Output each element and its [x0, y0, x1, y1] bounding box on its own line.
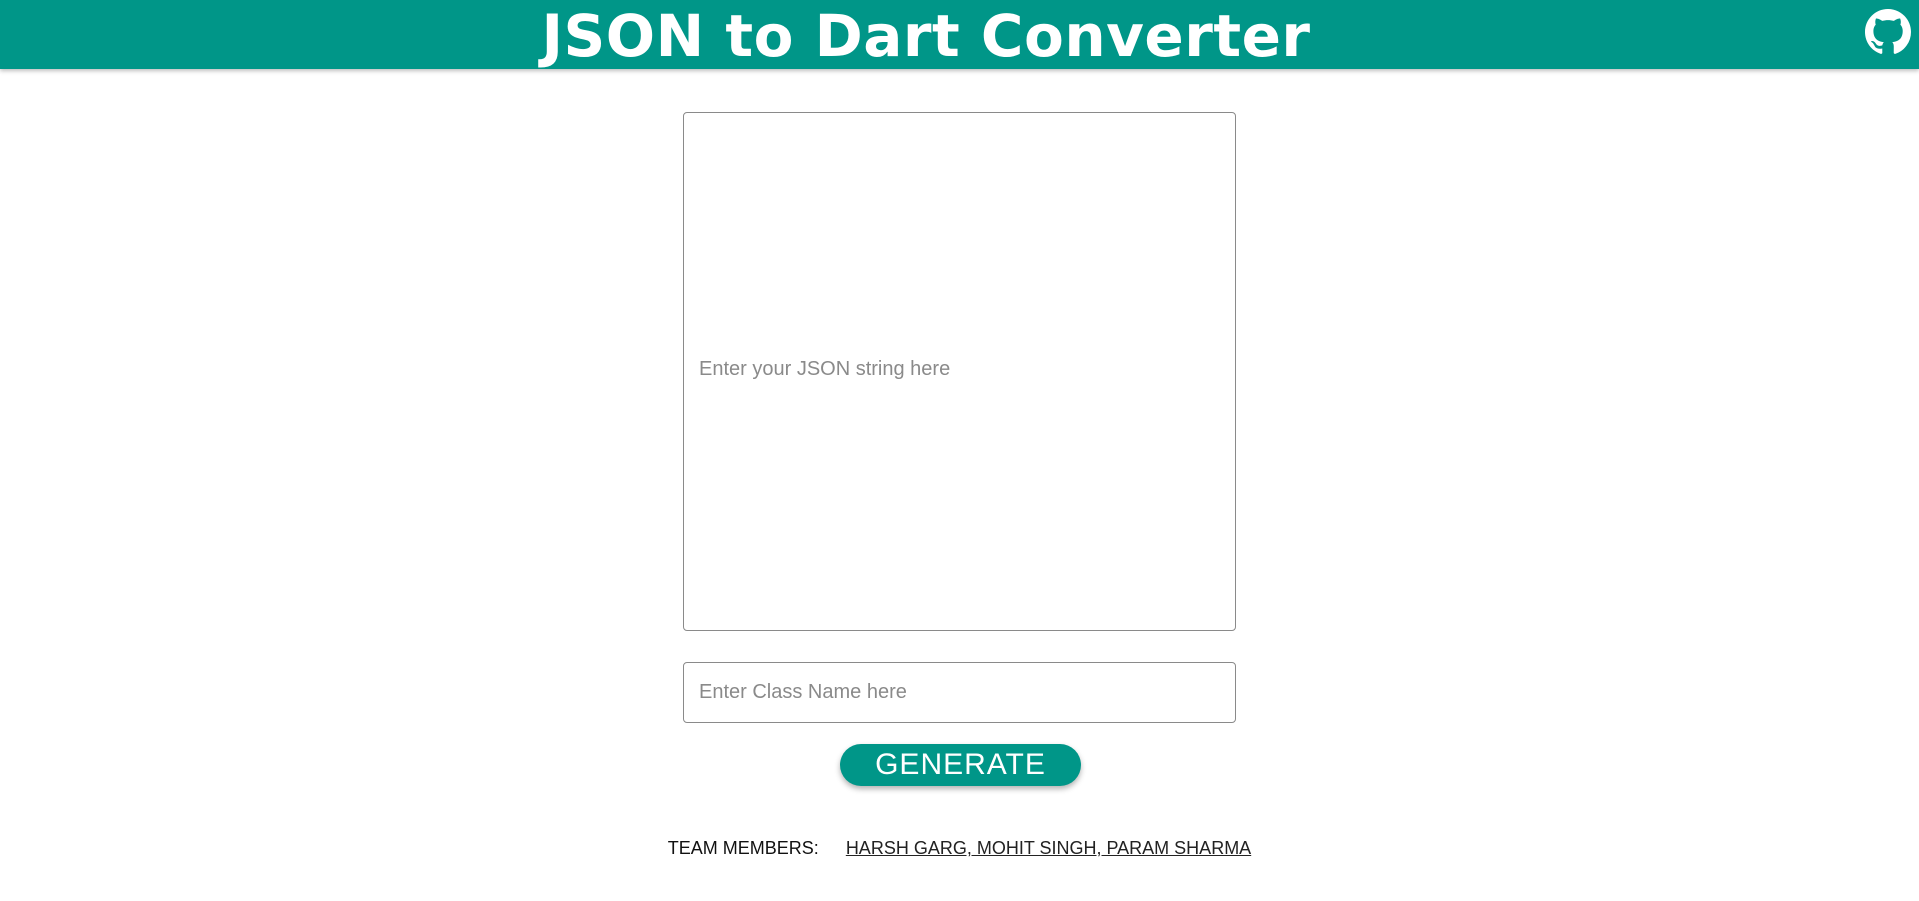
github-icon [1865, 9, 1911, 55]
class-name-input[interactable] [683, 662, 1236, 723]
json-input[interactable] [683, 112, 1236, 631]
generate-button[interactable]: GENERATE [840, 744, 1081, 786]
team-members-link[interactable]: HARSH GARG, MOHIT SINGH, PARAM SHARMA [846, 838, 1251, 858]
team-label: TEAM MEMBERS: [667, 838, 819, 858]
page-title: JSON to Dart Converter [541, 2, 1311, 70]
github-link[interactable] [1865, 9, 1911, 55]
app-header: JSON to Dart Converter [0, 0, 1919, 70]
team-footer: TEAM MEMBERS: HARSH GARG, MOHIT SINGH, P… [0, 838, 1919, 868]
